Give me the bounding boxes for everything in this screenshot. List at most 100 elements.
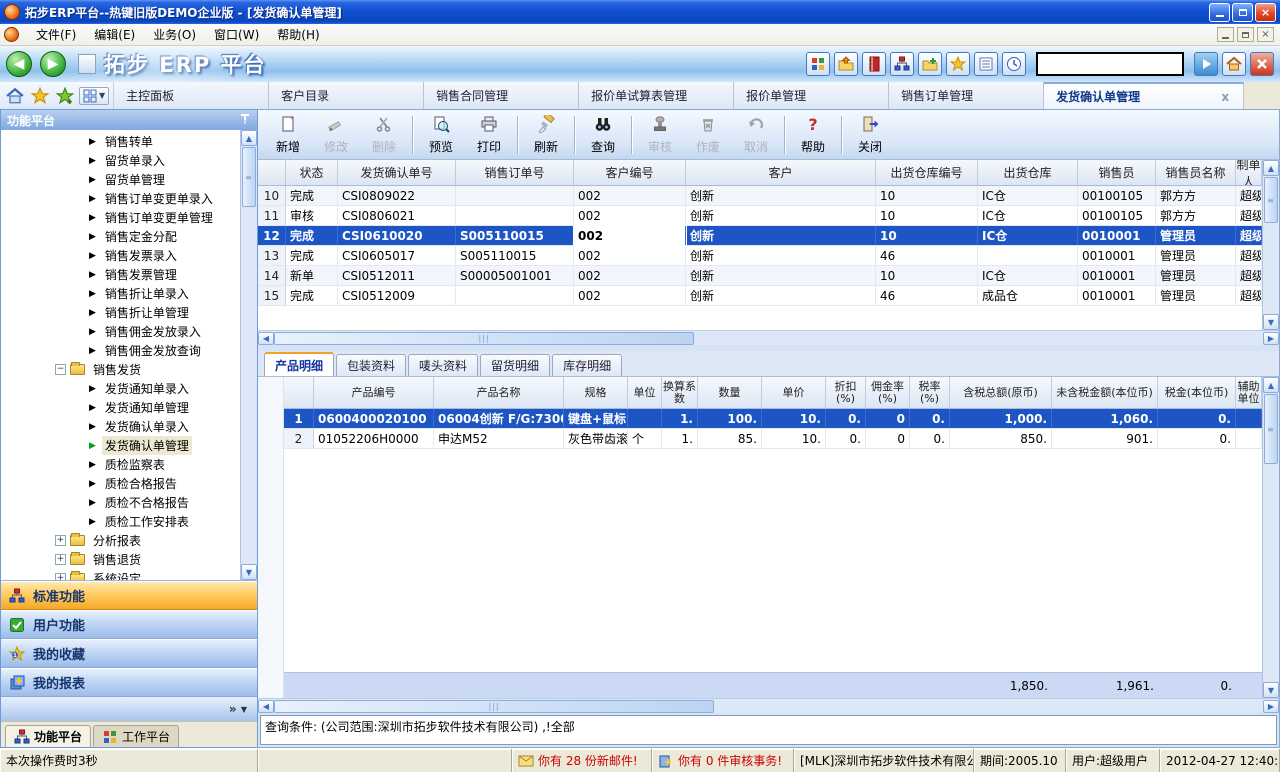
- layout-toggle-button[interactable]: ▼: [79, 87, 109, 105]
- clock-icon[interactable]: [1002, 52, 1026, 76]
- tree-item-销售定金分配[interactable]: ▶销售定金分配: [1, 227, 240, 246]
- toolbar-button-关闭[interactable]: 关闭: [846, 113, 894, 157]
- tree-item-质检不合格报告[interactable]: ▶质检不合格报告: [1, 493, 240, 512]
- toolbar-button-刷新[interactable]: 刷新: [522, 113, 570, 157]
- column-header-出货仓库[interactable]: 出货仓库: [978, 160, 1078, 185]
- quick-search-input[interactable]: [1036, 52, 1184, 76]
- home-icon[interactable]: [1222, 52, 1246, 76]
- scroll-up-icon[interactable]: ▲: [1263, 377, 1279, 393]
- scroll-down-icon[interactable]: ▼: [241, 564, 257, 580]
- tab-客户目录[interactable]: 客户目录: [269, 82, 424, 109]
- home-icon[interactable]: [4, 85, 26, 107]
- detail-tab-包装资料[interactable]: 包装资料: [336, 354, 406, 376]
- table-row[interactable]: 15完成CSI0512009002创新46成品仓0010001管理员超级用户: [258, 286, 1262, 306]
- table-row[interactable]: 11审核CSI0806021002创新10IC仓00100105郭方方超级用户: [258, 206, 1262, 226]
- scroll-down-icon[interactable]: ▼: [1263, 314, 1279, 330]
- column-header-销售员名称[interactable]: 销售员名称: [1156, 160, 1236, 185]
- scroll-thumb[interactable]: ≡: [1264, 177, 1278, 223]
- notebook-icon[interactable]: [862, 52, 886, 76]
- column-header-产品名称[interactable]: 产品名称: [434, 377, 564, 408]
- tree-item-发货确认单录入[interactable]: ▶发货确认单录入: [1, 417, 240, 436]
- column-header-佣金率(%)[interactable]: 佣金率(%): [866, 377, 910, 408]
- expand-icon[interactable]: +: [55, 573, 66, 580]
- tab-销售合同管理[interactable]: 销售合同管理: [424, 82, 579, 109]
- detail-row[interactable]: 201052206H0000申达M52灰色带齿滚轮个1.85.10.0.00.8…: [284, 429, 1262, 449]
- close-button[interactable]: ×: [1255, 3, 1276, 22]
- column-header-税金(本位币)[interactable]: 税金(本位币): [1158, 377, 1236, 408]
- column-header-客户编号[interactable]: 客户编号: [574, 160, 686, 185]
- scroll-right-icon[interactable]: ▶: [1263, 332, 1279, 345]
- tree-item-质检工作安排表[interactable]: ▶质检工作安排表: [1, 512, 240, 531]
- panel-我的收藏[interactable]: 1我的收藏: [1, 639, 257, 668]
- detail-hscrollbar[interactable]: ◀ ||| ▶: [258, 698, 1279, 713]
- panel-用户功能[interactable]: 用户功能: [1, 610, 257, 639]
- favorite-icon[interactable]: [29, 85, 51, 107]
- column-header-制单人[interactable]: 制单人: [1236, 160, 1262, 185]
- mdi-restore-button[interactable]: [1237, 27, 1254, 42]
- tree-item-质检监察表[interactable]: ▶质检监察表: [1, 455, 240, 474]
- close-app-icon[interactable]: [1250, 52, 1274, 76]
- back-button[interactable]: ◀: [6, 51, 32, 77]
- orgchart-icon[interactable]: [890, 52, 914, 76]
- column-header-销售员[interactable]: 销售员: [1078, 160, 1156, 185]
- tree-item-销售佣金发放查询[interactable]: ▶销售佣金发放查询: [1, 341, 240, 360]
- folder-add-icon[interactable]: [918, 52, 942, 76]
- menu-item-2[interactable]: 业务(O): [144, 26, 205, 44]
- tree-item-销售订单变更单管理[interactable]: ▶销售订单变更单管理: [1, 208, 240, 227]
- panel-overflow-button[interactable]: » ▼: [1, 697, 257, 721]
- column-header-含税总额(原币)[interactable]: 含税总额(原币): [950, 377, 1052, 408]
- menu-item-0[interactable]: 文件(F): [27, 26, 85, 44]
- restore-button[interactable]: [1232, 3, 1253, 22]
- panel-我的报表[interactable]: 我的报表: [1, 668, 257, 697]
- column-header-产品编号[interactable]: 产品编号: [314, 377, 434, 408]
- tree-item-销售发票管理[interactable]: ▶销售发票管理: [1, 265, 240, 284]
- tree-item-质检合格报告[interactable]: ▶质检合格报告: [1, 474, 240, 493]
- column-header-换算系数[interactable]: 换算系数: [662, 377, 698, 408]
- toolbar-button-预览[interactable]: 预览: [417, 113, 465, 157]
- detail-row[interactable]: 1060040002010006004创新 F/G:730000键盘+鼠标+护套…: [284, 409, 1262, 429]
- column-header-规格[interactable]: 规格: [564, 377, 628, 408]
- favorite-add-icon[interactable]: [54, 85, 76, 107]
- table-row[interactable]: 13完成CSI0605017S005110015002创新460010001管理…: [258, 246, 1262, 266]
- scroll-thumb[interactable]: |||: [274, 332, 694, 345]
- tree-item-销售佣金发放录入[interactable]: ▶销售佣金发放录入: [1, 322, 240, 341]
- mdi-close-button[interactable]: ×: [1257, 27, 1274, 42]
- menu-item-3[interactable]: 窗口(W): [205, 26, 268, 44]
- tree-item-系统设定[interactable]: +系统设定: [1, 569, 240, 580]
- column-header-发货确认单号[interactable]: 发货确认单号: [338, 160, 456, 185]
- minimize-button[interactable]: [1209, 3, 1230, 22]
- expand-icon[interactable]: +: [55, 554, 66, 565]
- master-vscrollbar[interactable]: ▲ ≡ ▼: [1262, 160, 1279, 330]
- menu-item-4[interactable]: 帮助(H): [268, 26, 328, 44]
- column-header-数量[interactable]: 数量: [698, 377, 762, 408]
- toolbar-button-打印[interactable]: 打印: [465, 113, 513, 157]
- tree-item-销售转单[interactable]: ▶销售转单: [1, 132, 240, 151]
- collapse-icon[interactable]: −: [55, 364, 66, 375]
- column-header-客户[interactable]: 客户: [686, 160, 876, 185]
- detail-tab-留货明细[interactable]: 留货明细: [480, 354, 550, 376]
- scroll-thumb[interactable]: ≡: [1264, 394, 1278, 464]
- expand-icon[interactable]: +: [55, 535, 66, 546]
- menu-item-1[interactable]: 编辑(E): [85, 26, 144, 44]
- column-header-销售订单号[interactable]: 销售订单号: [456, 160, 574, 185]
- tree-item-留货单管理[interactable]: ▶留货单管理: [1, 170, 240, 189]
- tab-报价单试算表管理[interactable]: 报价单试算表管理: [579, 82, 734, 109]
- tree-item-销售折让单管理[interactable]: ▶销售折让单管理: [1, 303, 240, 322]
- tab-发货确认单管理[interactable]: 发货确认单管理x: [1044, 82, 1244, 109]
- table-row[interactable]: 10完成CSI0809022002创新10IC仓00100105郭方方超级用户: [258, 186, 1262, 206]
- scroll-thumb[interactable]: ≡: [242, 147, 256, 207]
- tree-item-销售订单变更单录入[interactable]: ▶销售订单变更单录入: [1, 189, 240, 208]
- tree-item-发货确认单管理[interactable]: ▶发货确认单管理: [1, 436, 240, 455]
- run-icon[interactable]: [1194, 52, 1218, 76]
- tree-item-发货通知单管理[interactable]: ▶发货通知单管理: [1, 398, 240, 417]
- detail-tab-产品明细[interactable]: 产品明细: [264, 352, 334, 376]
- folder-export-icon[interactable]: [834, 52, 858, 76]
- tree-item-销售退货[interactable]: +销售退货: [1, 550, 240, 569]
- toolbar-button-帮助[interactable]: ?帮助: [789, 113, 837, 157]
- column-header-状态[interactable]: 状态: [286, 160, 338, 185]
- scroll-down-icon[interactable]: ▼: [1263, 682, 1279, 698]
- forward-button[interactable]: ▶: [40, 51, 66, 77]
- scroll-left-icon[interactable]: ◀: [258, 700, 274, 713]
- mdi-minimize-button[interactable]: [1217, 27, 1234, 42]
- column-header-折扣(%)[interactable]: 折扣(%): [826, 377, 866, 408]
